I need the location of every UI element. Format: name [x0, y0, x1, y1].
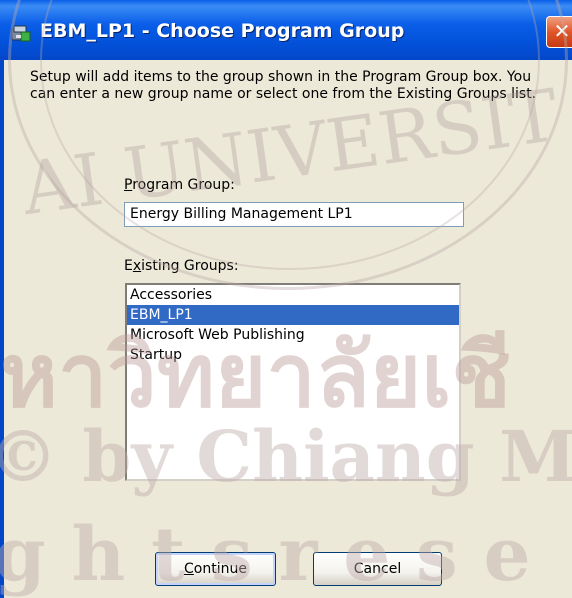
program-group-input[interactable]: Energy Billing Management LP1 [124, 202, 464, 227]
program-group-access-key: P [124, 177, 133, 193]
list-item-ebm-lp1[interactable]: EBM_LP1 [127, 305, 459, 325]
description-text: Setup will add items to the group shown … [30, 69, 537, 102]
list-item-accessories[interactable]: Accessories [127, 285, 459, 305]
setup-dialog: EBM_LP1 - Choose Program Group ✕ Setup w… [0, 0, 572, 598]
window-frame-left [0, 60, 4, 598]
close-button[interactable]: ✕ [546, 16, 572, 48]
existing-groups-label-prefix: E [124, 258, 133, 274]
continue-label: ontinue [193, 561, 247, 577]
program-group-label-text: rogram Group: [132, 177, 235, 193]
continue-access-key: C [184, 561, 194, 577]
list-item-microsoft-web-publishing[interactable]: Microsoft Web Publishing [127, 325, 459, 345]
continue-button[interactable]: Continue [155, 552, 276, 586]
program-group-value: Energy Billing Management LP1 [130, 206, 353, 222]
list-item-startup[interactable]: Startup [127, 345, 459, 365]
program-group-label: Program Group: [124, 177, 235, 193]
close-icon: ✕ [553, 19, 571, 43]
existing-groups-access-key: x [132, 258, 142, 274]
cancel-button[interactable]: Cancel [313, 552, 442, 586]
window-title: EBM_LP1 - Choose Program Group [40, 20, 405, 42]
setup-package-icon [11, 25, 31, 42]
existing-groups-label-text: isting Groups: [141, 258, 239, 274]
title-bar[interactable]: EBM_LP1 - Choose Program Group ✕ [0, 0, 572, 60]
existing-groups-list[interactable]: Accessories EBM_LP1 Microsoft Web Publis… [125, 283, 461, 481]
existing-groups-label: Existing Groups: [124, 258, 239, 274]
